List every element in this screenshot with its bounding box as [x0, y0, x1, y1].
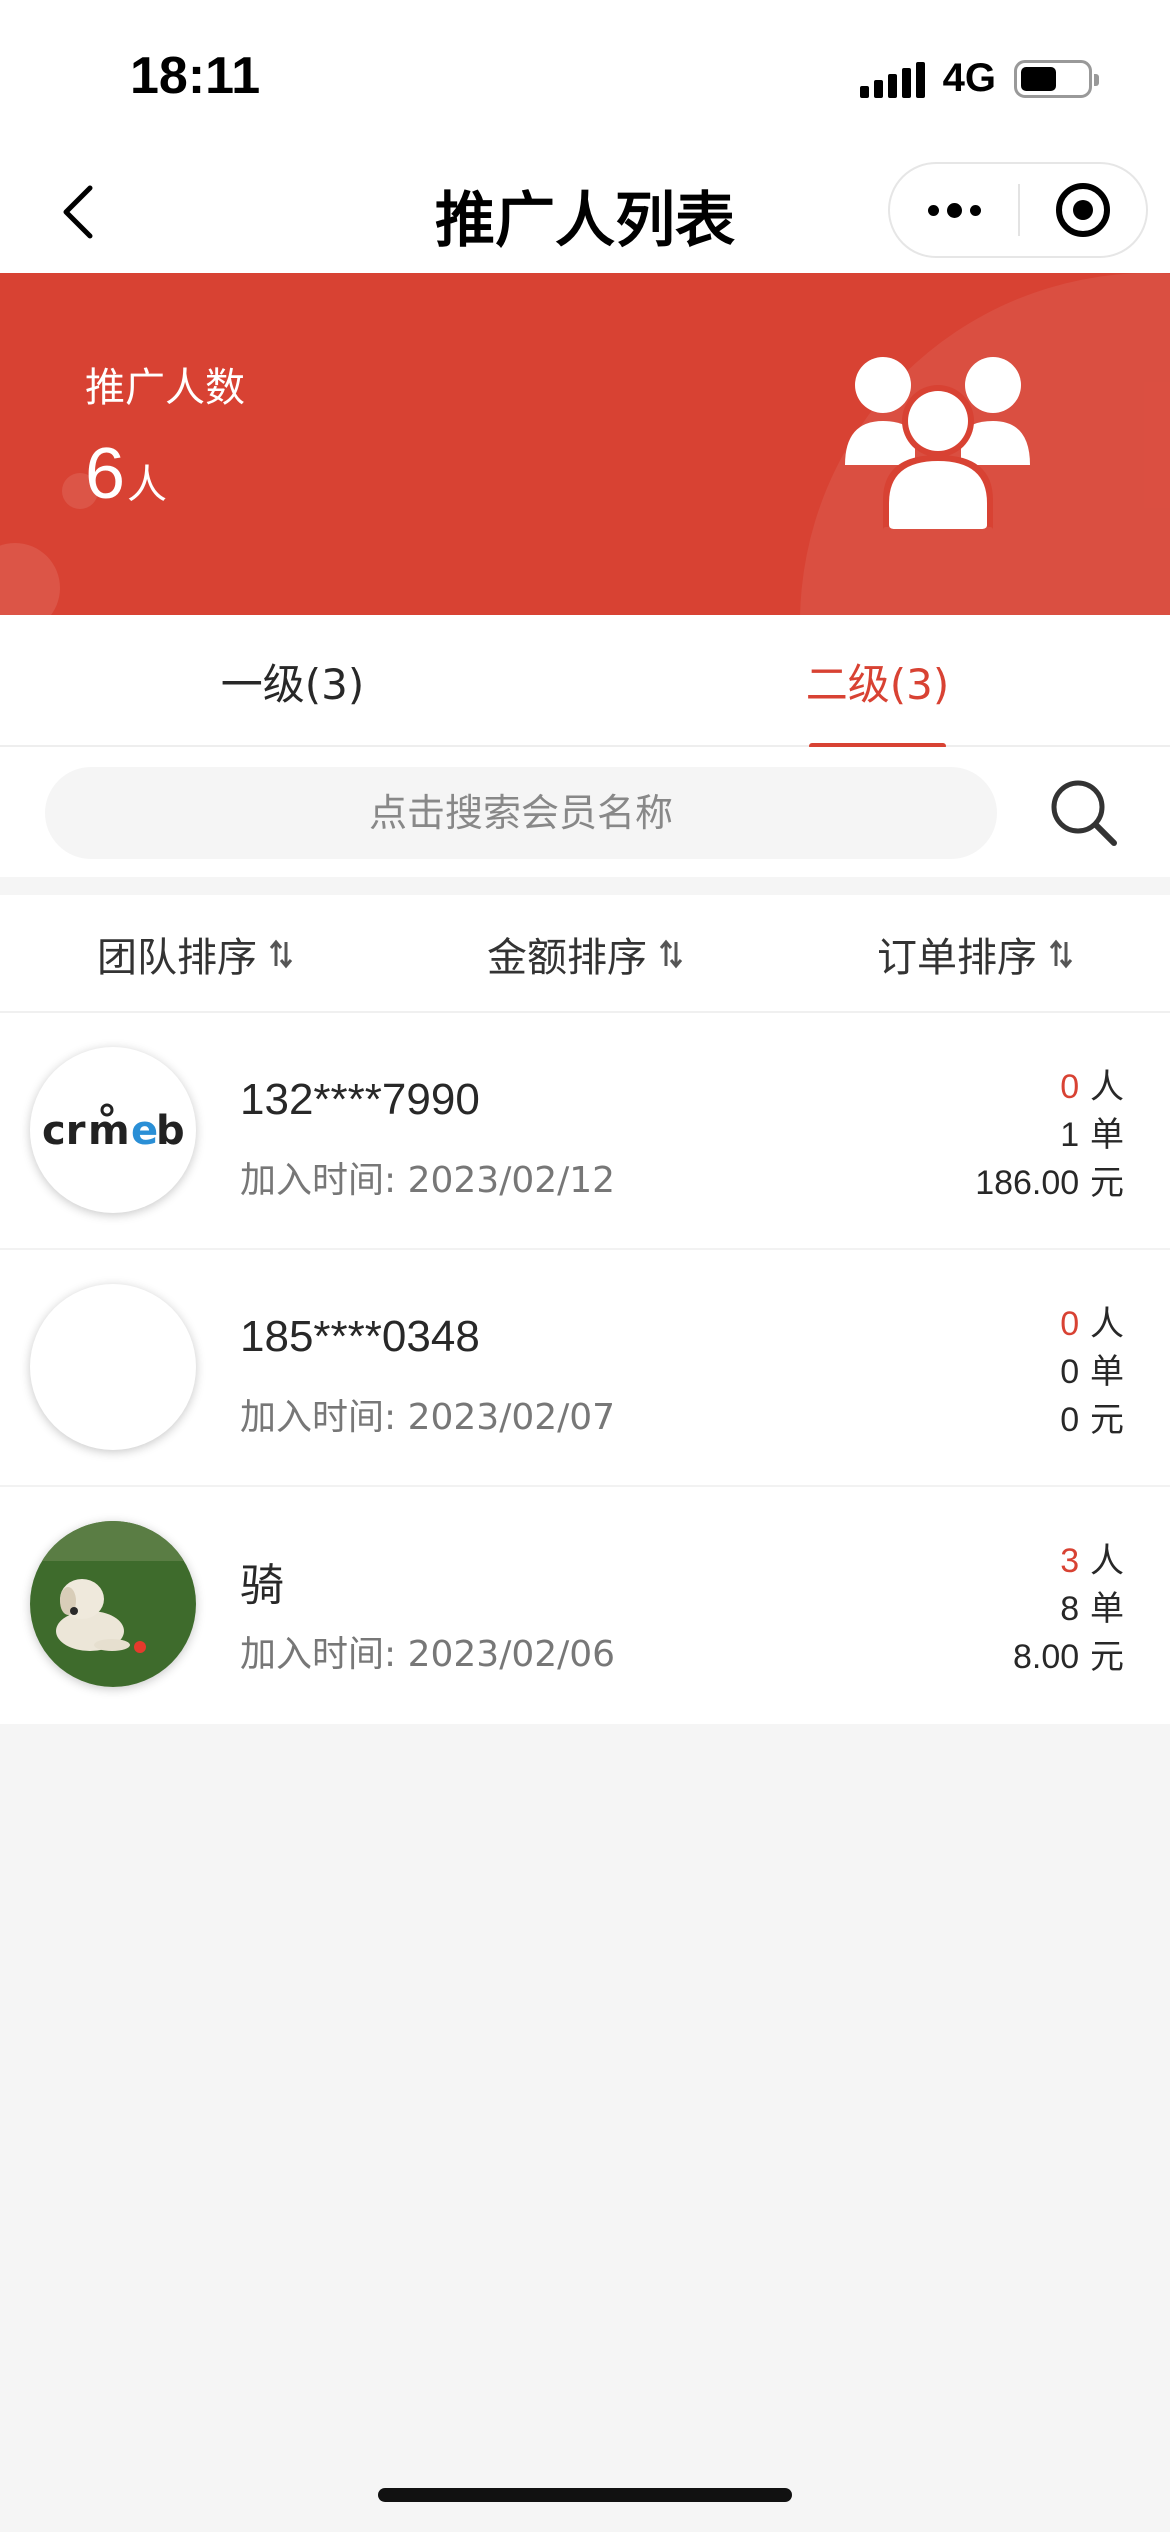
promoter-count-value: 6 — [85, 434, 126, 514]
member-stats: 3 人 8 单 8.00 元 — [1013, 1537, 1124, 1681]
member-amount: 0 元 — [1060, 1400, 1124, 1440]
sort-arrows-icon — [659, 939, 683, 969]
promoter-count: 6 人 — [85, 433, 167, 515]
sort-bar: 团队排序 金额排序 订单排序 — [0, 895, 1170, 1013]
promoter-count-label: 推广人数 — [85, 365, 245, 411]
member-name: 骑 — [240, 1561, 284, 1610]
mini-program-capsule — [888, 162, 1148, 258]
more-dots-icon — [927, 204, 939, 216]
member-stats: 0 人 0 单 0 元 — [1060, 1300, 1124, 1444]
member-join-date: 加入时间: 2023/02/07 — [240, 1397, 616, 1438]
network-label: 4G — [942, 56, 996, 100]
crmeb-logo-icon: cr m e b — [42, 1103, 185, 1154]
sort-by-amount-label: 金额排序 — [487, 935, 647, 981]
sort-by-team-button[interactable]: 团队排序 — [0, 895, 390, 1013]
list-item[interactable]: cr m e b 132****7990 加入时间: 2023/02/12 0 … — [0, 1013, 1170, 1250]
svg-text:e: e — [131, 1108, 158, 1154]
sort-arrows-icon — [1049, 939, 1073, 969]
promoter-summary-banner: 推广人数 6 人 — [0, 273, 1170, 615]
level-tabs: 一级(3) 二级(3) — [0, 615, 1170, 749]
avatar — [30, 1284, 196, 1450]
close-mini-program-button[interactable] — [1020, 164, 1146, 256]
member-name: 185****0348 — [240, 1312, 480, 1361]
sort-by-team-label: 团队排序 — [97, 935, 257, 981]
avatar — [30, 1521, 196, 1687]
search-bar — [0, 747, 1170, 877]
member-orders: 8 单 — [1060, 1589, 1124, 1629]
status-bar: 18:11 4G — [0, 0, 1170, 150]
sort-by-amount-button[interactable]: 金额排序 — [390, 895, 780, 1013]
avatar: cr m e b — [30, 1047, 196, 1213]
list-item[interactable]: 185****0348 加入时间: 2023/02/07 0 人 0 单 0 元 — [0, 1250, 1170, 1487]
status-indicators: 4G — [859, 56, 1099, 101]
member-people: 0 人 — [1060, 1067, 1124, 1107]
status-time: 18:11 — [130, 47, 261, 105]
promoter-count-unit: 人 — [127, 462, 168, 508]
sort-arrows-icon — [269, 939, 293, 969]
search-icon — [1051, 780, 1117, 846]
svg-text:cr: cr — [42, 1108, 86, 1154]
target-circle-icon — [1055, 183, 1110, 237]
list-item[interactable]: 骑 加入时间: 2023/02/06 3 人 8 单 8.00 元 — [0, 1487, 1170, 1724]
member-people: 3 人 — [1060, 1541, 1124, 1581]
tab-level-two[interactable]: 二级(3) — [585, 615, 1170, 747]
member-join-date: 加入时间: 2023/02/12 — [240, 1160, 616, 1201]
dog-photo-icon — [30, 1521, 196, 1687]
signal-icon — [859, 60, 925, 98]
member-join-date: 加入时间: 2023/02/06 — [240, 1634, 616, 1675]
member-amount: 186.00 元 — [975, 1163, 1124, 1203]
svg-text:b: b — [156, 1108, 185, 1154]
member-orders: 0 单 — [1060, 1352, 1124, 1392]
battery-icon — [1014, 59, 1099, 98]
search-button[interactable] — [1046, 775, 1122, 851]
member-stats: 0 人 1 单 186.00 元 — [975, 1063, 1124, 1207]
nav-bar: 推广人列表 — [0, 150, 1170, 273]
member-people: 0 人 — [1060, 1304, 1124, 1344]
member-orders: 1 单 — [1060, 1115, 1124, 1155]
search-input[interactable] — [45, 767, 997, 859]
member-name: 132****7990 — [240, 1075, 480, 1124]
sort-by-orders-button[interactable]: 订单排序 — [780, 895, 1170, 1013]
sort-by-orders-label: 订单排序 — [877, 935, 1037, 981]
tab-level-one[interactable]: 一级(3) — [0, 615, 585, 747]
group-people-icon — [845, 357, 1030, 530]
member-amount: 8.00 元 — [1013, 1637, 1124, 1677]
home-indicator[interactable] — [378, 2488, 792, 2502]
more-button[interactable] — [890, 164, 1018, 256]
member-list: cr m e b 132****7990 加入时间: 2023/02/12 0 … — [0, 1013, 1170, 1724]
